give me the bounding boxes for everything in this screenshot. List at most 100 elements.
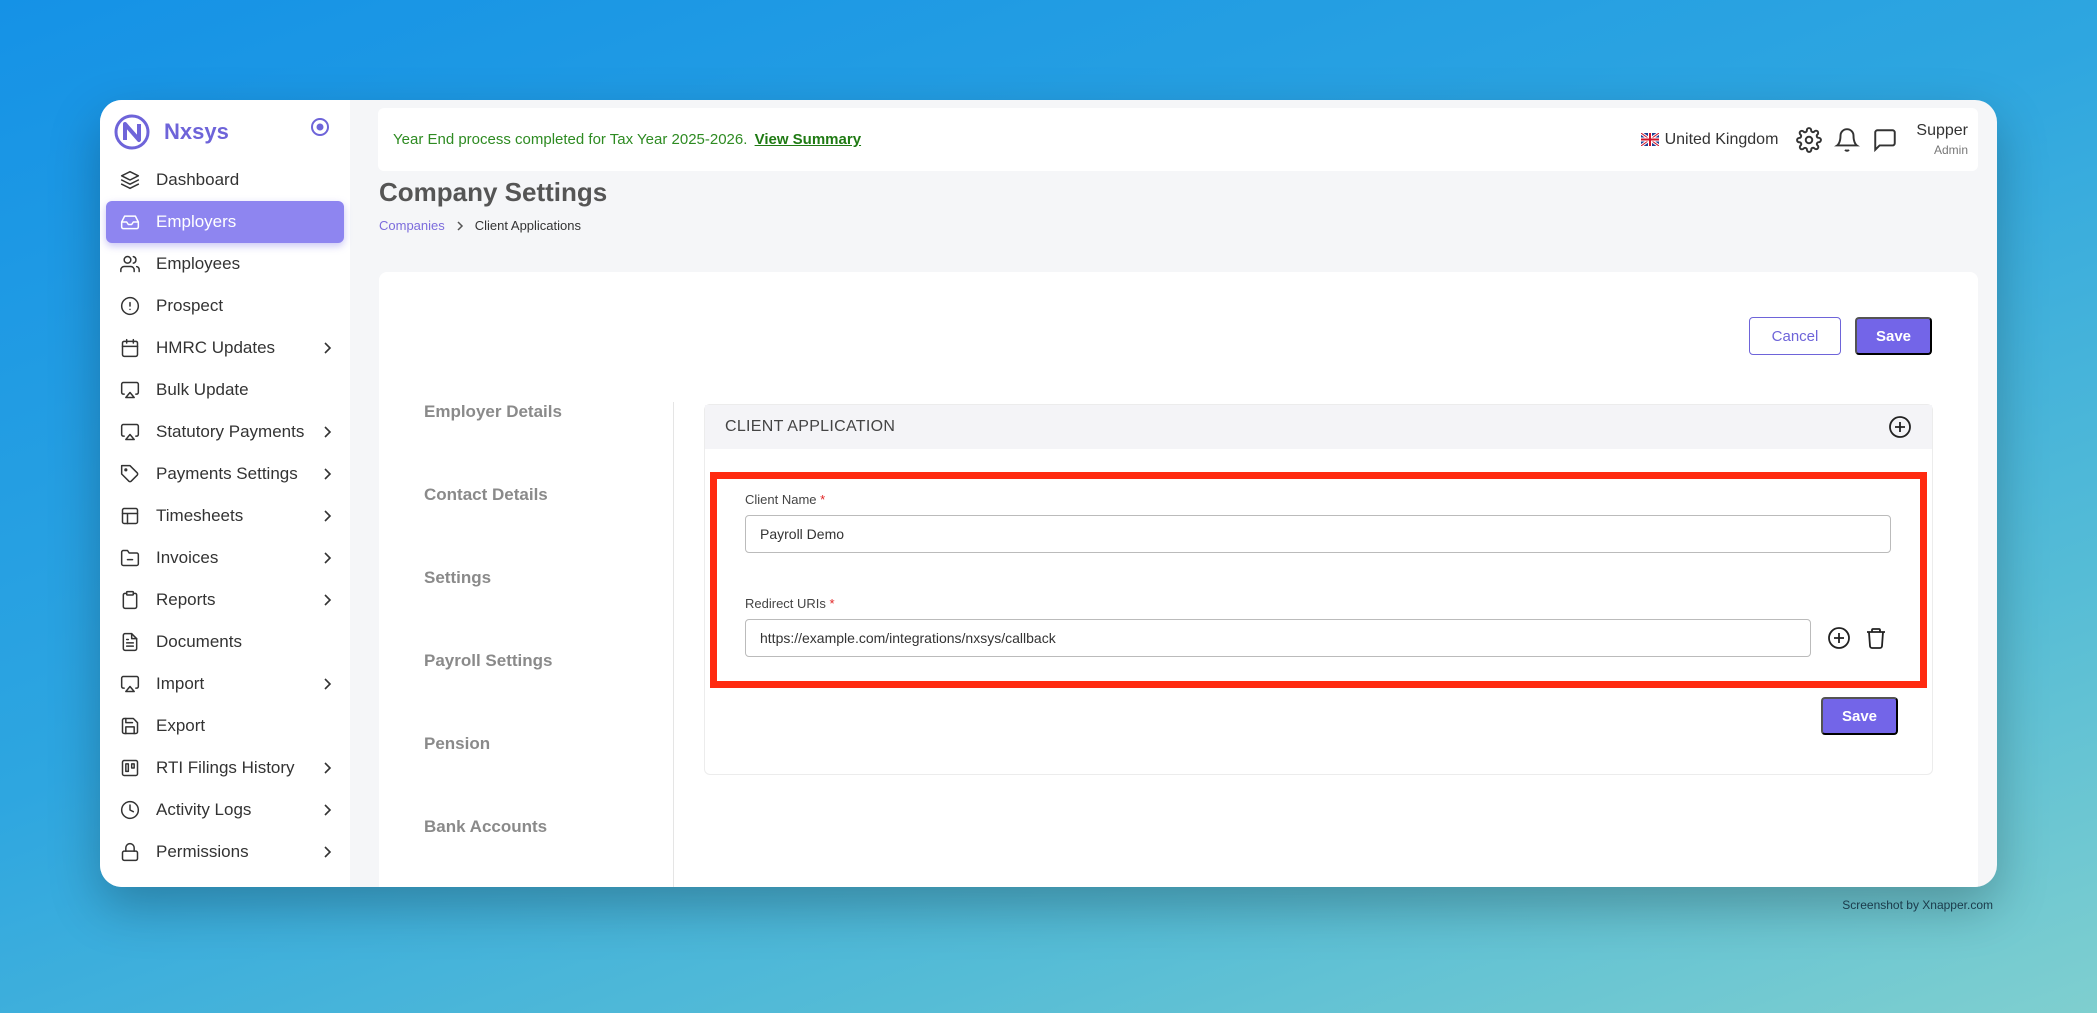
sidebar-item-rti-filings-history[interactable]: RTI Filings History [106,747,344,789]
client-application-panel: CLIENT APPLICATION Client Name * Redirec… [704,404,1933,775]
airplay-icon [120,675,140,693]
breadcrumb-current: Client Applications [474,218,581,233]
sidebar-item-dashboard[interactable]: Dashboard [106,159,344,201]
chevron-right-icon [324,594,332,606]
sidebar-item-permissions[interactable]: Permissions [106,831,344,873]
section-settings[interactable]: Settings [424,568,674,651]
breadcrumb: Companies Client Applications [379,218,581,233]
chevron-right-icon [324,678,332,690]
sidebar-item-label: Timesheets [156,506,244,525]
lock-icon [121,842,139,862]
watermark: Screenshot by Xnapper.com [1842,898,1993,912]
chevron-right-icon [324,846,332,858]
trash-icon[interactable] [1864,626,1888,650]
gear-icon[interactable] [1796,126,1823,153]
user-menu[interactable]: Supper Admin [1916,122,1968,157]
app-window: Nxsys Dashboard Employers Employees Prospec… [100,100,1997,887]
section-employer-details[interactable]: Employer Details [424,402,674,485]
sidebar-item-employees[interactable]: Employees [106,243,344,285]
sidebar-item-label: Statutory Payments [156,422,305,441]
sidebar-item-timesheets[interactable]: Timesheets [106,495,344,537]
sidebar-item-label: Dashboard [156,170,240,189]
sidebar-item-employers[interactable]: Employers [106,201,344,243]
sidebar-item-label: Export [156,716,206,735]
sidebar-item-documents[interactable]: Documents [106,621,344,663]
airplay-icon [120,381,140,399]
calendar-icon [121,338,139,358]
add-client-application-icon[interactable] [1888,415,1912,439]
client-name-input[interactable] [745,515,1891,553]
sidebar-item-prospect[interactable]: Prospect [106,285,344,327]
file-text-icon [122,632,138,652]
client-application-header: CLIENT APPLICATION [705,405,1932,449]
client-name-label: Client Name * [745,492,826,507]
section-bank-accounts[interactable]: Bank Accounts [424,817,674,887]
top-bar: Year End process completed for Tax Year … [378,108,1978,171]
user-role: Admin [1933,143,1968,157]
sidebar-item-label: HMRC Updates [156,338,276,357]
trello-icon [121,759,139,777]
clipboard-icon [122,590,138,610]
uk-flag-icon [1640,133,1659,146]
inbox-icon [120,215,140,230]
user-name: Supper [1916,122,1968,139]
chevron-right-icon [324,342,332,354]
sidebar-item-import[interactable]: Import [106,663,344,705]
sidebar-item-label: Permissions [156,842,249,861]
chevron-right-icon [457,220,463,231]
breadcrumb-companies-link[interactable]: Companies [379,218,445,233]
sidebar-item-label: Documents [156,632,242,651]
airplay-icon [120,423,140,441]
chevron-right-icon [324,552,332,564]
alert-circle-icon [120,296,140,316]
sidebar-item-export[interactable]: Export [106,705,344,747]
save-button[interactable]: Save [1855,317,1932,355]
sidebar-item-activity-logs[interactable]: Activity Logs [106,789,344,831]
sidebar-item-hmrc-updates[interactable]: HMRC Updates [106,327,344,369]
sidebar: Nxsys Dashboard Employers Employees Prospec… [100,100,350,887]
year-end-notice: Year End process completed for Tax Year … [393,131,861,148]
bell-icon[interactable] [1834,127,1861,153]
page-title: Company Settings [379,177,608,207]
sidebar-item-label: Prospect [156,296,224,315]
chevron-right-icon [324,468,332,480]
sidebar-item-reports[interactable]: Reports [106,579,344,621]
sidebar-item-label: RTI Filings History [156,758,295,777]
sidebar-item-statutory-payments[interactable]: Statutory Payments [106,411,344,453]
settings-card: Cancel Save Employer Details Contact Det… [379,272,1978,887]
section-divider [673,402,674,887]
users-icon [120,255,140,273]
view-summary-link[interactable]: View Summary [755,131,861,148]
sidebar-item-label: Payments Settings [156,464,298,483]
sidebar-item-payments-settings[interactable]: Payments Settings [106,453,344,495]
chevron-right-icon [324,426,332,438]
cancel-button[interactable]: Cancel [1749,317,1841,355]
sidebar-item-label: Invoices [156,548,219,567]
sidebar-item-label: Activity Logs [156,800,252,819]
section-contact-details[interactable]: Contact Details [424,485,674,568]
chevron-right-icon [324,510,332,522]
save-icon [121,717,139,735]
sidebar-item-label: Bulk Update [156,380,249,399]
save-client-application-button[interactable]: Save [1821,697,1898,735]
country-selector[interactable]: United Kingdom [1665,131,1779,149]
settings-section-menu: Employer Details Contact Details Setting… [424,402,674,887]
redirect-uri-input[interactable] [745,619,1811,657]
sidebar-toggle-icon[interactable] [310,117,330,137]
sidebar-item-label: Employers [156,212,237,231]
section-pension[interactable]: Pension [424,734,674,817]
brand[interactable]: Nxsys [114,112,229,152]
tag-icon [120,464,139,483]
sidebar-item-bulk-update[interactable]: Bulk Update [106,369,344,411]
top-right-controls: United Kingdom Supper Admin [1640,108,1968,171]
add-redirect-uri-icon[interactable] [1827,626,1851,650]
layers-icon [120,170,140,190]
section-payroll-settings[interactable]: Payroll Settings [424,651,674,734]
sidebar-item-invoices[interactable]: Invoices [106,537,344,579]
notice-text: Year End process completed for Tax Year … [393,131,748,148]
redirect-uris-label: Redirect URIs * [745,596,835,611]
sidebar-item-label: Reports [156,590,216,609]
message-icon[interactable] [1872,127,1898,153]
sidebar-nav: Dashboard Employers Employees Prospect HMRC … [106,159,344,873]
chevron-right-icon [324,804,332,816]
